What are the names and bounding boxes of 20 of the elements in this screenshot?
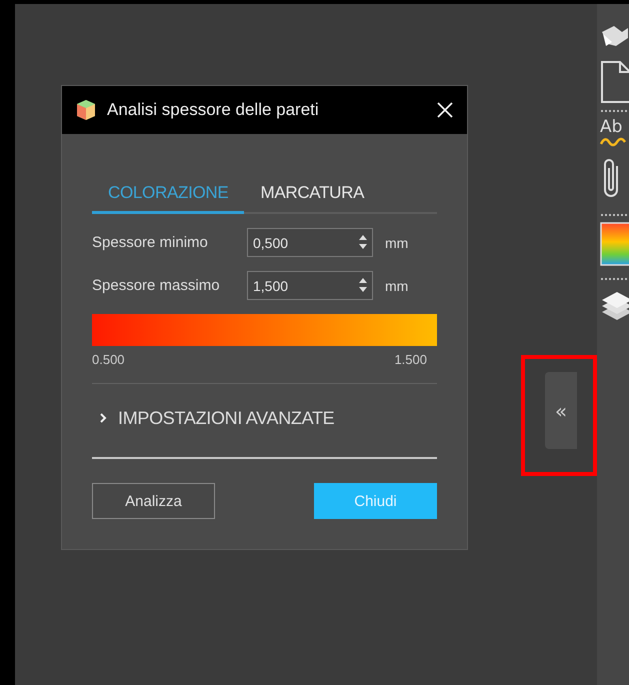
field-label: Spessore minimo xyxy=(92,234,209,251)
number-field[interactable]: 0,500 xyxy=(247,228,373,257)
tab[interactable]: MARCATURA xyxy=(244,174,380,214)
number-field[interactable]: 1,500 xyxy=(247,271,373,300)
document-icon[interactable] xyxy=(600,60,629,104)
wavy-underline-icon xyxy=(600,136,629,148)
unit-label: mm xyxy=(385,234,408,250)
unit-label: mm xyxy=(385,278,408,294)
chevron-icon xyxy=(98,412,108,424)
window-title: Analisi spessore delle pareti xyxy=(107,100,320,120)
scale-min-label: 0.500 xyxy=(92,352,125,367)
field-label: Spessore massimo xyxy=(92,277,221,294)
close-icon[interactable] xyxy=(437,102,453,118)
color-scale-icon[interactable] xyxy=(600,222,629,266)
advanced-settings-toggle[interactable]: IMPOSTAZIONI AVANZATE xyxy=(92,398,340,438)
cube-icon xyxy=(75,99,97,121)
collapse-panel-button[interactable]: « xyxy=(545,372,577,449)
analyze-button[interactable]: Analizza xyxy=(92,483,215,519)
spellcheck-label: Ab xyxy=(600,118,624,136)
scale-max-label: 1.500 xyxy=(394,352,427,367)
